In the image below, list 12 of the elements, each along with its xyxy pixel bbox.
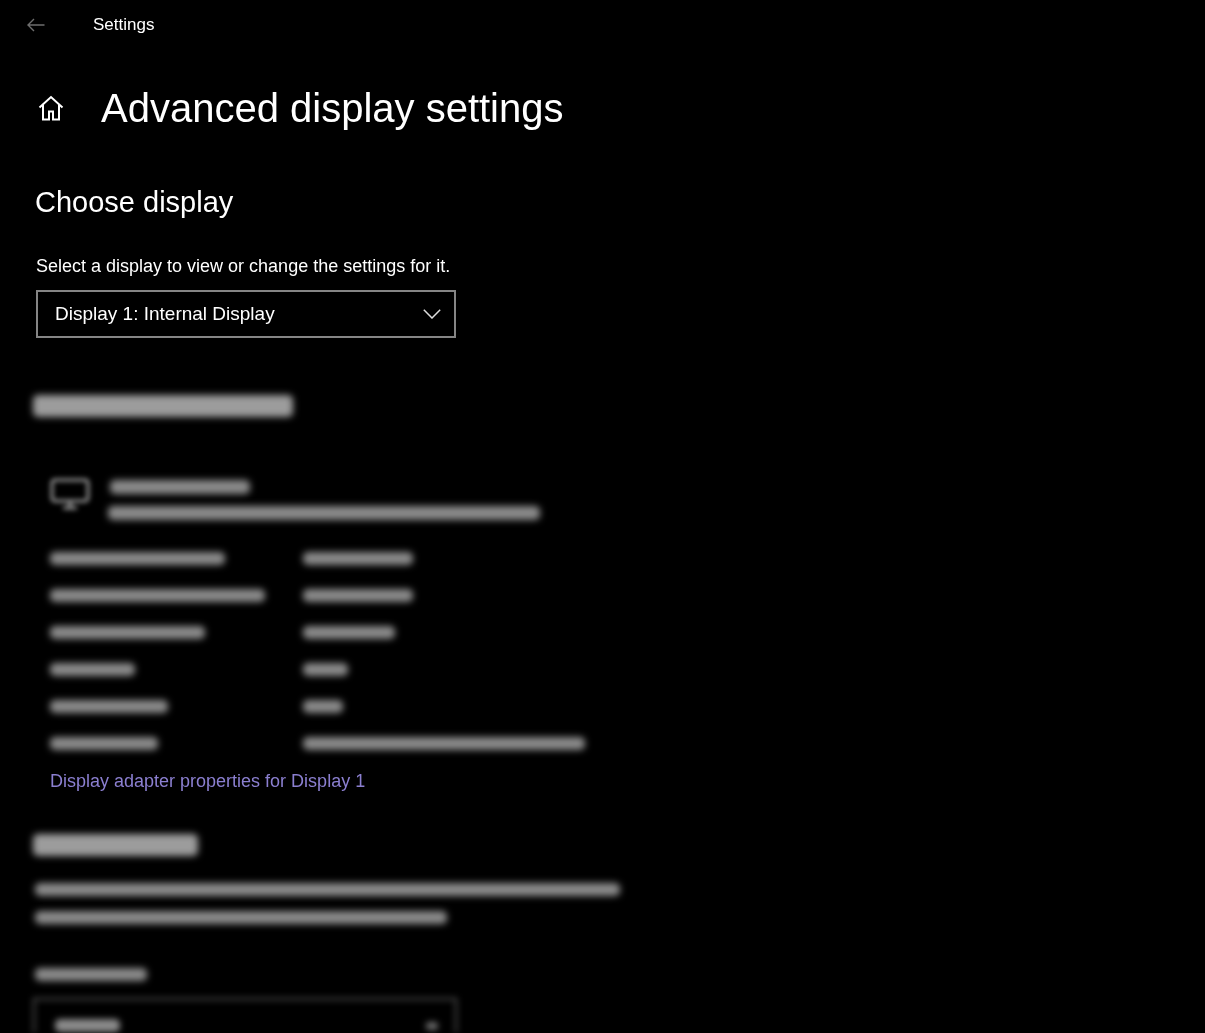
chevron-icon bbox=[423, 309, 441, 319]
window-title: Settings bbox=[93, 14, 155, 36]
page-title: Advanced display settings bbox=[101, 85, 564, 132]
blurred-text bbox=[303, 663, 348, 676]
back-icon[interactable] bbox=[27, 18, 45, 32]
blurred-text bbox=[303, 700, 343, 713]
home-icon[interactable] bbox=[38, 95, 64, 121]
section-heading: Choose display bbox=[35, 185, 234, 220]
display-dropdown[interactable]: Display 1: Internal Display bbox=[36, 290, 456, 338]
monitor-icon bbox=[50, 478, 90, 510]
adapter-properties-link[interactable]: Display adapter properties for Display 1 bbox=[50, 769, 366, 793]
dropdown-label: Select a display to view or change the settings for it. bbox=[36, 255, 451, 278]
